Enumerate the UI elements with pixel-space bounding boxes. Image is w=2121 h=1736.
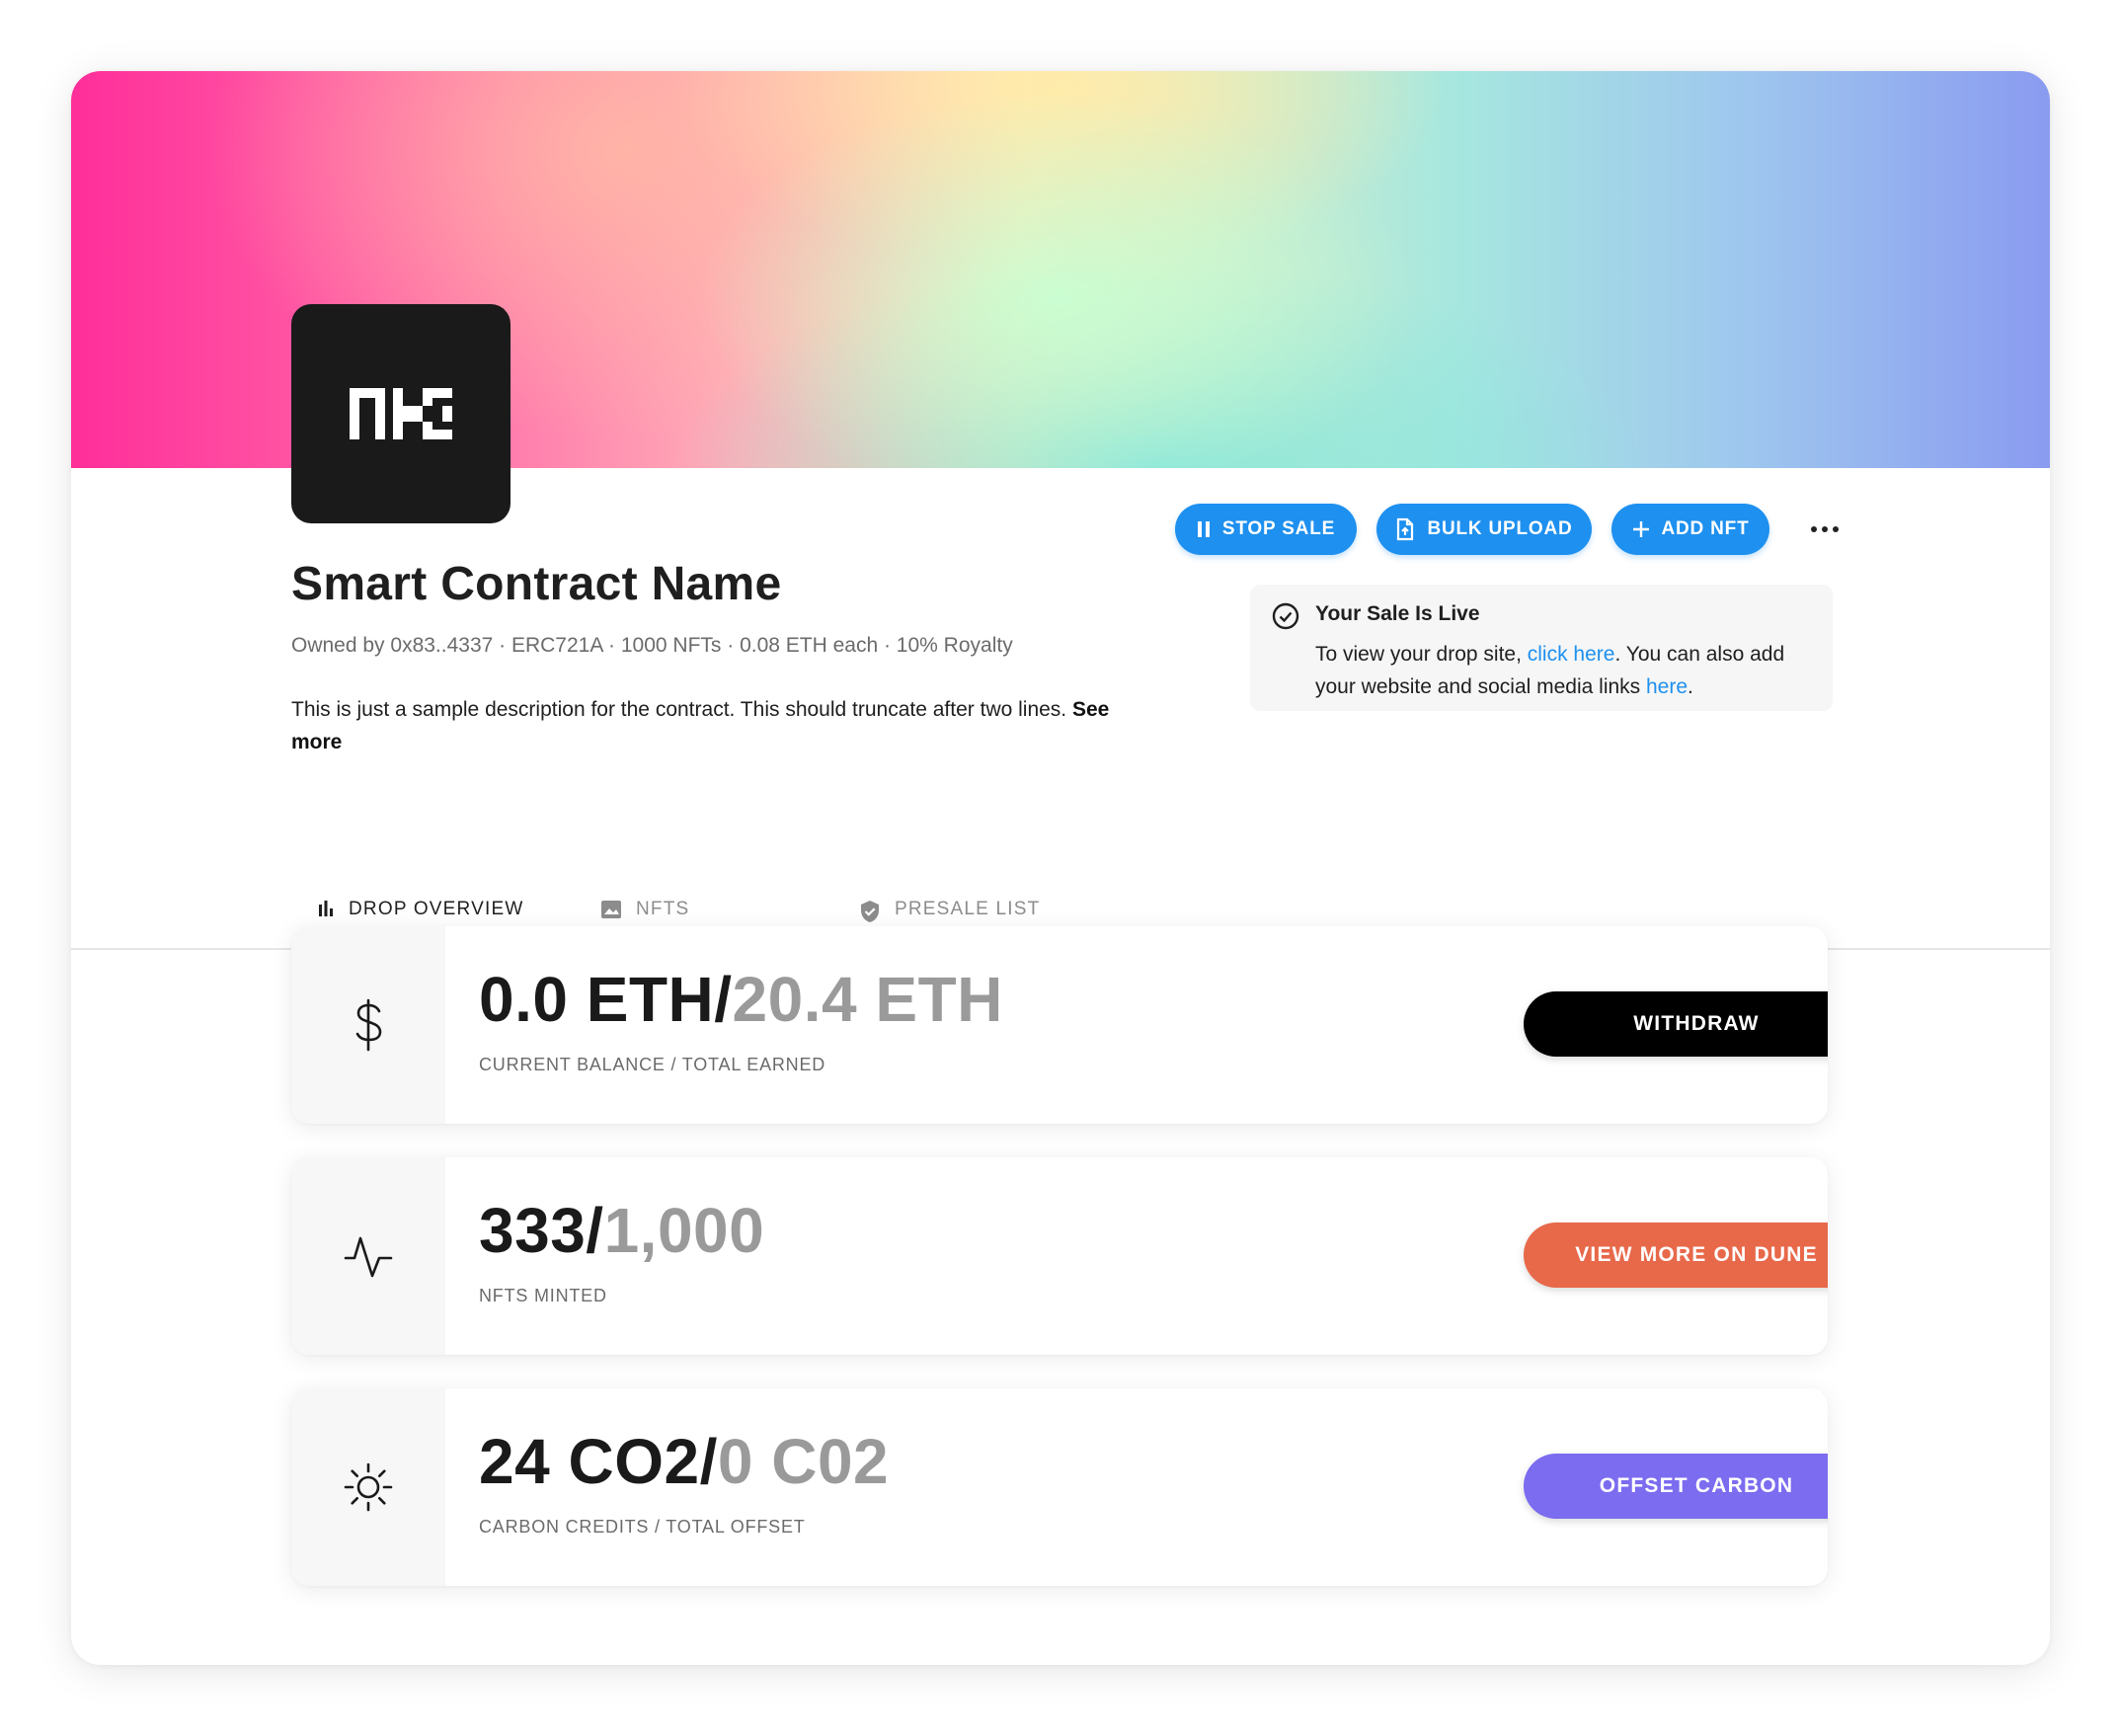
tab-label: DROP OVERVIEW [349,899,524,919]
balance-stat-card: 0.0 ETH/20.4 ETH CURRENT BALANCE / TOTAL… [291,926,1828,1124]
carbon-credits: 24 CO2 [479,1426,700,1497]
view-on-dune-button[interactable]: VIEW MORE ON DUNE [1524,1223,1828,1288]
total-earned: 20.4 ETH [732,964,1003,1035]
minted-stat-card: 333/1,000 NFTS MINTED VIEW MORE ON DUNE [291,1157,1828,1355]
current-balance: 0.0 ETH [479,964,715,1035]
notice-text: . [1688,675,1693,698]
value-separator: / [699,1426,718,1497]
balance-value: 0.0 ETH/20.4 ETH [479,962,1003,1037]
contract-description: This is just a sample description for th… [291,693,1160,758]
stop-sale-button[interactable]: STOP SALE [1175,504,1357,555]
withdraw-button[interactable]: WITHDRAW [1524,991,1828,1057]
offset-carbon-button[interactable]: OFFSET CARBON [1524,1454,1828,1519]
social-links-link[interactable]: here [1646,675,1688,698]
image-icon [600,900,622,919]
value-separator: / [586,1195,604,1266]
minted-value: 333/1,000 [479,1193,764,1268]
pause-icon [1197,520,1211,538]
notice-title: Your Sale Is Live [1315,602,1480,625]
bulk-upload-button[interactable]: BULK UPLOAD [1376,504,1592,555]
nk-logo-icon [350,388,452,439]
description-text: This is just a sample description for th… [291,698,1067,721]
stop-sale-label: STOP SALE [1221,518,1336,539]
tab-label: PRESALE LIST [895,899,1041,919]
balance-label: CURRENT BALANCE / TOTAL EARNED [479,1055,826,1074]
bulk-upload-label: BULK UPLOAD [1427,518,1573,539]
drop-site-link[interactable]: click here [1528,643,1615,666]
dot [1833,526,1839,532]
add-nft-button[interactable]: ADD NFT [1611,504,1769,555]
stat-icon-panel [291,1157,445,1355]
more-options-button[interactable] [1805,504,1845,555]
dot [1811,526,1817,532]
carbon-stat-card: 24 CO2/0 C02 CARBON CREDITS / TOTAL OFFS… [291,1388,1828,1586]
contract-title: Smart Contract Name [291,558,782,610]
notice-text: To view your drop site, [1315,643,1528,666]
carbon-value: 24 CO2/0 C02 [479,1424,889,1499]
activity-icon [344,1236,393,1278]
total-supply: 1,000 [603,1195,765,1266]
file-upload-icon [1395,517,1415,541]
total-offset: 0 C02 [717,1426,890,1497]
minted-count: 333 [479,1195,587,1266]
shield-icon [859,900,881,923]
check-circle-icon [1272,602,1299,635]
contract-logo [291,304,511,523]
notice-body: To view your drop site, click here. You … [1315,638,1819,703]
drop-card: Smart Contract Name Owned by 0x83..4337 … [71,71,2050,1665]
minted-label: NFTS MINTED [479,1286,607,1305]
carbon-label: CARBON CREDITS / TOTAL OFFSET [479,1517,806,1537]
stat-icon-panel [291,1388,445,1586]
dollar-icon [355,998,382,1052]
dot [1822,526,1828,532]
contract-meta: Owned by 0x83..4337 · ERC721A · 1000 NFT… [291,634,1013,657]
tab-label: NFTS [636,899,690,919]
add-nft-label: ADD NFT [1661,518,1750,539]
bar-chart-icon [317,900,335,917]
stat-icon-panel [291,926,445,1124]
plus-icon [1632,520,1650,538]
value-separator: / [714,964,733,1035]
sun-icon [344,1462,393,1512]
sale-live-notice: Your Sale Is Live To view your drop site… [1250,585,1833,711]
